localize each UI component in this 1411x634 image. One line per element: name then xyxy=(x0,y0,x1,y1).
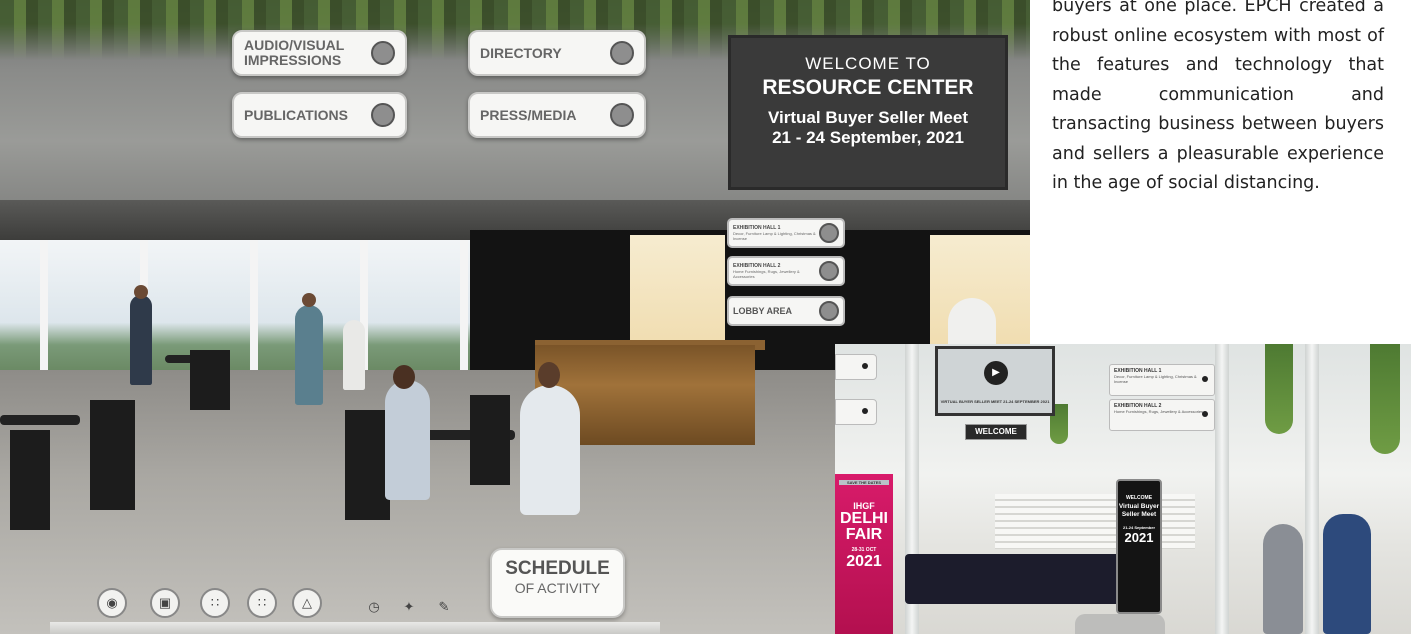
inset-exhibition-hall-2-button[interactable]: EXHIBITION HALL 2 Home Furnishings, Rugs… xyxy=(1109,399,1215,431)
lobby-area-button[interactable]: LOBBY AREA xyxy=(727,296,845,326)
radio-dot-icon xyxy=(371,103,395,127)
standee-line-1: WELCOME xyxy=(1125,495,1153,501)
hanging-plant xyxy=(1265,344,1293,434)
welcome-line-3: Virtual Buyer Seller Meet xyxy=(768,108,968,127)
lobby-area-label: LOBBY AREA xyxy=(733,306,793,316)
clock-icon[interactable]: ◷ xyxy=(365,598,383,616)
radio-dot-icon xyxy=(610,103,634,127)
left-nav-sign[interactable] xyxy=(835,399,877,425)
bottom-toolbar xyxy=(50,622,660,634)
meeting-icon[interactable]: ∷ xyxy=(200,588,230,618)
radio-dot-icon xyxy=(862,408,868,414)
inset-exhibition-hall-1-button[interactable]: EXHIBITION HALL 1 Decor, Furniture Lamp … xyxy=(1109,364,1215,396)
visitor-figure xyxy=(130,295,152,385)
publications-button[interactable]: PUBLICATIONS xyxy=(232,92,407,138)
meeting-alt-icon[interactable]: ∷ xyxy=(247,588,277,618)
delhi-fair-banner: SAVE THE DATES IHGF DELHI FAIR 28-31 OCT… xyxy=(835,474,893,634)
radio-dot-icon xyxy=(1202,376,1208,382)
visitor-head xyxy=(393,365,415,389)
hanging-plant xyxy=(1370,344,1400,454)
share-icon[interactable]: ✦ xyxy=(400,598,418,616)
visitor-figure xyxy=(295,305,323,405)
radio-dot-icon xyxy=(1202,411,1208,417)
map-pin-icon[interactable]: ◉ xyxy=(97,588,127,618)
banner-tag: SAVE THE DATES xyxy=(839,480,889,485)
standee-line-2: Virtual Buyer Seller Meet xyxy=(1118,503,1160,518)
cafe-chair xyxy=(190,350,230,410)
window-mullion xyxy=(460,240,468,390)
banner-name-1: DELHI xyxy=(840,510,888,527)
visitor-head xyxy=(302,293,316,307)
hall-subtitle: Home Furnishings, Rugs, Jewellery & Acce… xyxy=(733,269,800,279)
press-media-button[interactable]: PRESS/MEDIA xyxy=(468,92,646,138)
video-icon[interactable]: ▣ xyxy=(150,588,180,618)
radio-dot-icon xyxy=(371,41,395,65)
press-media-label: PRESS/MEDIA xyxy=(480,106,577,123)
directory-button[interactable]: DIRECTORY xyxy=(468,30,646,76)
cafe-table xyxy=(0,415,80,425)
cafe-chair xyxy=(345,410,390,520)
banner-year: 2021 xyxy=(846,553,882,570)
video-caption: VIRTUAL BUYER SELLER MEET 21-24 SEPTEMBE… xyxy=(940,399,1050,404)
welcome-standee: WELCOME Virtual Buyer Seller Meet 21-24 … xyxy=(1116,479,1162,614)
welcome-line-2: RESOURCE CENTER xyxy=(762,76,974,99)
visitor-head xyxy=(538,362,560,388)
welcome-line-1: WELCOME TO xyxy=(805,54,931,73)
lobby-inset-scene: ▶ VIRTUAL BUYER SELLER MEET 21-24 SEPTEM… xyxy=(835,344,1411,634)
directory-label: DIRECTORY xyxy=(480,44,562,61)
video-screen[interactable]: ▶ VIRTUAL BUYER SELLER MEET 21-24 SEPTEM… xyxy=(935,346,1055,416)
pillar xyxy=(1305,344,1319,634)
map-icon[interactable]: △ xyxy=(292,588,322,618)
window-mullion xyxy=(40,240,48,390)
welcome-banner: WELCOME xyxy=(965,424,1027,440)
schedule-of-activity-button[interactable]: SCHEDULE OF ACTIVITY xyxy=(490,548,625,618)
welcome-board: WELCOME TO RESOURCE CENTER Virtual Buyer… xyxy=(728,35,1008,190)
schedule-line-2: OF ACTIVITY xyxy=(514,580,601,596)
cafe-chair xyxy=(90,400,135,510)
cafe-chair xyxy=(470,395,510,485)
body-paragraph: buyers at one place. EPCH created a robu… xyxy=(1052,0,1384,193)
visitor-figure xyxy=(385,380,430,500)
floor-mat xyxy=(1075,614,1165,634)
exhibition-hall-2-button[interactable]: EXHIBITION HALL 2 Home Furnishings, Rugs… xyxy=(727,256,845,286)
window-mullion xyxy=(250,240,258,390)
visitor-figure xyxy=(1263,524,1303,634)
central-staircase xyxy=(995,494,1195,549)
standee-year: 2021 xyxy=(1124,530,1154,545)
hall-subtitle: Home Furnishings, Rugs, Jewellery & Acce… xyxy=(1114,409,1204,414)
schedule-line-1: SCHEDULE xyxy=(505,558,610,579)
window-view xyxy=(0,240,520,390)
left-nav-sign[interactable] xyxy=(835,354,877,380)
visitor-head xyxy=(134,285,148,299)
audio-visual-label: AUDIO/VISUAL IMPRESSIONS xyxy=(244,37,345,68)
play-icon[interactable]: ▶ xyxy=(984,361,1008,385)
radio-dot-icon xyxy=(819,301,839,321)
visitor-figure xyxy=(343,320,365,390)
radio-dot-icon xyxy=(610,41,634,65)
chat-icon[interactable]: ✎ xyxy=(435,598,453,616)
publications-label: PUBLICATIONS xyxy=(244,106,348,123)
lounge-carpet xyxy=(905,554,1145,604)
banner-name-2: FAIR xyxy=(845,526,883,543)
visitor-figure xyxy=(520,385,580,515)
welcome-line-4: 21 - 24 September, 2021 xyxy=(772,128,964,147)
audio-visual-impressions-button[interactable]: AUDIO/VISUAL IMPRESSIONS xyxy=(232,30,407,76)
radio-dot-icon xyxy=(819,223,839,243)
cafe-chair xyxy=(10,430,50,530)
hall-subtitle: Decor, Furniture Lamp & Lighting, Christ… xyxy=(733,231,816,241)
radio-dot-icon xyxy=(819,261,839,281)
pillar xyxy=(1215,344,1229,634)
exhibition-hall-1-button[interactable]: EXHIBITION HALL 1 Decor, Furniture Lamp … xyxy=(727,218,845,248)
visitor-figure xyxy=(1323,514,1371,634)
radio-dot-icon xyxy=(862,363,868,369)
hall-subtitle: Decor, Furniture Lamp & Lighting, Christ… xyxy=(1114,374,1197,384)
